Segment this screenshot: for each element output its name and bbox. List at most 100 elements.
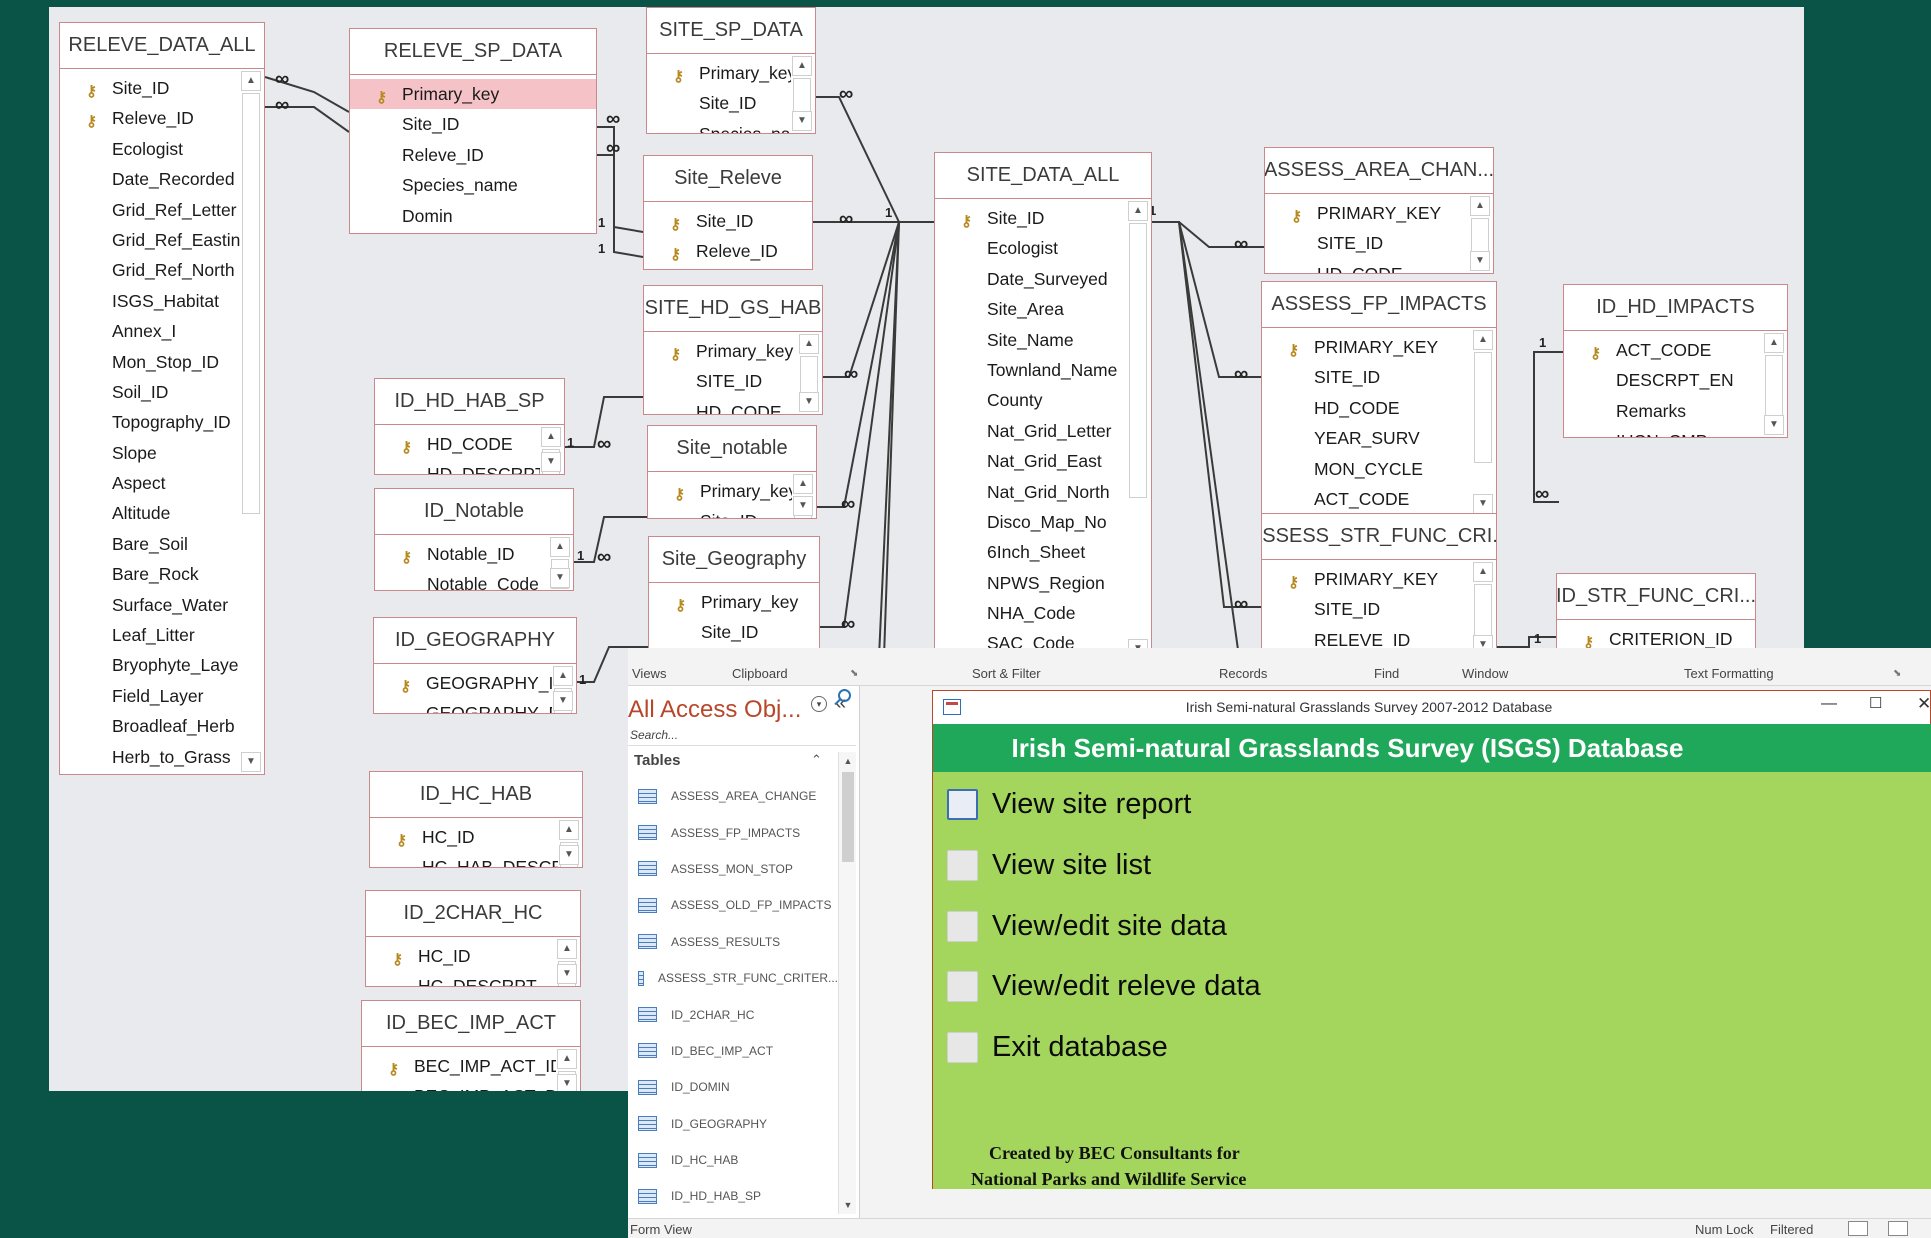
relationship-line[interactable] [1533, 351, 1563, 503]
table-field[interactable]: SITE_ID [644, 366, 798, 396]
table-id-str-func-cri[interactable]: ID_STR_FUNC_CRI... ⚷ CRITERION_ID [1556, 573, 1756, 658]
ribbon-group-text-formatting[interactable]: Text Formatting [1684, 666, 1774, 681]
table-field[interactable]: Surface_Water [60, 590, 240, 620]
table-field[interactable]: Site_ID [649, 617, 819, 647]
table-field[interactable]: Site_ID [647, 88, 791, 118]
scroll-up-icon[interactable]: ▲ [1470, 196, 1490, 216]
table-title[interactable]: ID_Notable [375, 489, 573, 535]
dialog-launcher-icon[interactable]: ⬊ [850, 668, 858, 679]
table-field[interactable]: Grid_Ref_Eastin [60, 225, 240, 255]
nav-table-item[interactable]: ASSESS_RESULTS [628, 924, 838, 960]
table-site-sp-data[interactable]: SITE_SP_DATA ⚷ Primary_key Site_ID Species_n… [646, 7, 816, 134]
table-title[interactable]: RELEVE_SP_DATA [350, 29, 596, 75]
field-scrollbar[interactable]: ▲▼ [556, 1049, 578, 1091]
scroll-up-icon[interactable]: ▲ [1473, 562, 1493, 582]
table-field[interactable]: 6Inch_Sheet [935, 537, 1127, 567]
table-field[interactable]: Soil_ID [60, 377, 240, 407]
table-assess-str-func-cri[interactable]: ASSESS_STR_FUNC_CRI... ⚷ PRIMARY_KEY SITE_I… [1261, 513, 1497, 659]
field-scrollbar[interactable]: ▲▼ [1472, 562, 1494, 656]
field-scrollbar[interactable]: ▲▼ [1127, 201, 1149, 659]
table-field[interactable]: HD_CODE [644, 397, 798, 414]
scroll-thumb[interactable] [242, 93, 260, 514]
table-field[interactable]: GEOGRAPHY_D [374, 698, 552, 712]
close-icon[interactable]: ✕ [1917, 694, 1931, 714]
table-field[interactable]: ⚷ Primary_key [648, 476, 792, 506]
field-scrollbar[interactable]: ▲▼ [552, 666, 574, 713]
nav-table-item[interactable]: ASSESS_OLD_FP_IMPACTS [628, 887, 838, 923]
table-field[interactable]: Nat_Grid_East [935, 446, 1127, 476]
nav-table-item[interactable]: ID_2CHAR_HC [628, 996, 838, 1032]
table-field[interactable]: County [935, 385, 1127, 415]
nav-table-item[interactable]: ASSESS_AREA_CHANGE [628, 778, 838, 814]
scroll-up-icon[interactable]: ▲ [550, 537, 570, 557]
table-field[interactable]: Townland_Name [935, 355, 1127, 385]
table-field[interactable]: Ecologist [935, 233, 1127, 263]
table-field[interactable]: Bryophyte_Laye [60, 650, 240, 680]
scroll-down-icon[interactable]: ▼ [793, 495, 813, 516]
scroll-down-icon[interactable]: ▼ [241, 752, 261, 773]
option-button[interactable] [947, 1032, 978, 1063]
table-field[interactable]: SITE_ID [1262, 594, 1472, 624]
table-field[interactable]: Broadleaf_Herb [60, 711, 240, 741]
table-field[interactable]: ⚷ PRIMARY_KEY [1262, 564, 1472, 594]
table-title[interactable]: ID_GEOGRAPHY [374, 618, 576, 664]
field-scrollbar[interactable]: ▲▼ [556, 939, 578, 986]
table-field[interactable]: ⚷ Notable_ID [375, 539, 549, 569]
scroll-thumb[interactable] [1129, 223, 1147, 498]
table-id-2char-hc[interactable]: ID_2CHAR_HC⚷HC_IDHC_DESCRPT▲▼ [365, 890, 581, 987]
nav-table-item[interactable]: ID_BEC_IMP_ACT [628, 1033, 838, 1069]
option-button[interactable] [947, 911, 978, 942]
scroll-thumb[interactable] [1765, 355, 1783, 417]
scroll-up-icon[interactable]: ▲ [553, 666, 573, 686]
nav-table-item[interactable]: ID_HC_HAB [628, 1142, 838, 1178]
option-view-edit-site-data[interactable]: View/edit site data [947, 910, 1227, 943]
scroll-down-icon[interactable]: ▼ [559, 844, 579, 865]
field-scrollbar[interactable]: ▲▼ [1472, 330, 1494, 515]
table-site-data-all[interactable]: SITE_DATA_ALL ⚷ Site_ID Ecologist Date_Surve… [934, 152, 1152, 662]
table-field[interactable]: ⚷ HC_ID [366, 941, 556, 971]
option-view-site-report[interactable]: View site report [947, 788, 1191, 821]
table-field[interactable]: Bare_Soil [60, 529, 240, 559]
table-field[interactable]: Domin [350, 201, 596, 231]
table-field[interactable]: HD_DESCRPT [375, 459, 540, 473]
table-field[interactable]: HD_CODE [1262, 393, 1472, 423]
table-title[interactable]: Site_Releve [644, 156, 812, 202]
table-field[interactable]: Leaf_Litter [60, 620, 240, 650]
scroll-up-icon[interactable]: ▲ [557, 1049, 577, 1069]
ribbon-group-clipboard[interactable]: Clipboard [732, 666, 788, 681]
table-site-geography[interactable]: Site_Geography ⚷ Primary_key Site_ID [648, 536, 820, 651]
table-field[interactable]: Altitude [60, 498, 240, 528]
table-id-hd-impacts[interactable]: ID_HD_IMPACTS ⚷ ACT_CODE DESCRPT_EN Remarks I… [1563, 284, 1788, 439]
scroll-up-icon[interactable]: ▲ [793, 474, 813, 494]
scroll-down-icon[interactable]: ▼ [553, 690, 573, 711]
field-scrollbar[interactable]: ▲▼ [792, 474, 814, 518]
scroll-thumb[interactable] [1474, 352, 1492, 463]
table-field[interactable]: ⚷ Releve_ID [644, 236, 812, 266]
field-scrollbar[interactable]: ▲▼ [1469, 196, 1491, 271]
nav-search-input[interactable]: Search... [628, 724, 856, 746]
table-field[interactable]: ⚷ PRIMARY_KEY [1262, 332, 1472, 362]
scroll-up-icon[interactable]: ▲ [541, 427, 561, 447]
option-button[interactable] [947, 789, 978, 820]
scroll-down-icon[interactable]: ▼ [1473, 494, 1493, 515]
field-scrollbar[interactable]: ▲▼ [1763, 333, 1785, 436]
table-field[interactable]: Topography_ID [60, 407, 240, 437]
table-field[interactable]: ⚷ BEC_IMP_ACT_ID [362, 1051, 556, 1081]
table-field[interactable]: ⚷ Site_ID [60, 73, 240, 103]
table-field[interactable]: NHA_Code [935, 598, 1127, 628]
table-field[interactable]: Nat_Grid_Letter [935, 416, 1127, 446]
form-view-icon[interactable] [1848, 1221, 1868, 1236]
option-exit-database[interactable]: Exit database [947, 1031, 1168, 1064]
table-title[interactable]: ASSESS_FP_IMPACTS [1262, 282, 1496, 328]
table-title[interactable]: SITE_SP_DATA [647, 8, 815, 54]
table-field[interactable]: ACT_CODE [1262, 484, 1472, 514]
table-field[interactable]: Aspect [60, 468, 240, 498]
dialog-launcher-icon[interactable]: ⬊ [1893, 668, 1901, 679]
table-field[interactable]: Disco_Map_No [935, 507, 1127, 537]
table-field[interactable]: Species_name [647, 119, 791, 133]
scroll-down-icon[interactable]: ▼ [799, 392, 819, 412]
table-field[interactable]: Field_Layer [60, 681, 240, 711]
scroll-down-icon[interactable]: ▼ [541, 451, 561, 472]
scroll-up-icon[interactable]: ▲ [559, 820, 579, 840]
table-field[interactable]: Releve_ID [350, 140, 596, 170]
